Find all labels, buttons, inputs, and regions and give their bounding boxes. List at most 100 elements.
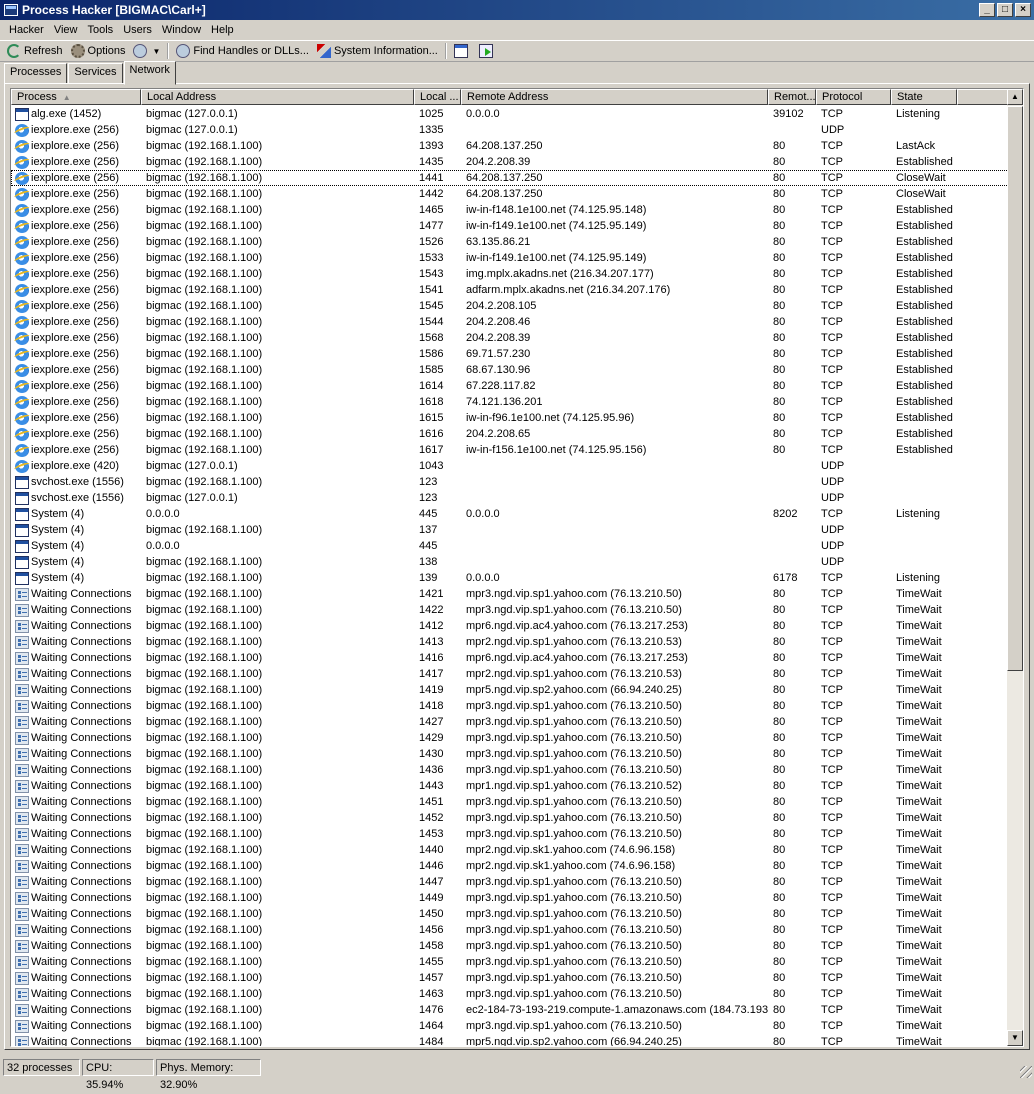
table-row[interactable]: iexplore.exe (256) bigmac (192.168.1.100)…: [11, 442, 1011, 458]
process-name: iexplore.exe (256): [31, 444, 120, 456]
cell-local-port: 1417: [419, 668, 444, 680]
table-row[interactable]: Waiting Connections bigmac (192.168.1.100…: [11, 746, 1011, 762]
table-row[interactable]: iexplore.exe (256) bigmac (192.168.1.100)…: [11, 314, 1011, 330]
column-header-remote-address[interactable]: Remote Address: [461, 89, 768, 105]
table-row[interactable]: iexplore.exe (256) bigmac (127.0.0.1) 1335…: [11, 122, 1011, 138]
menu-window[interactable]: Window: [157, 24, 206, 36]
table-row[interactable]: iexplore.exe (256) bigmac (192.168.1.100)…: [11, 170, 1011, 186]
column-header-local-port[interactable]: Local ...: [414, 89, 461, 105]
hidden-processes-dropdown[interactable]: ▼: [129, 41, 164, 61]
table-row[interactable]: Waiting Connections bigmac (192.168.1.100…: [11, 986, 1011, 1002]
table-row[interactable]: Waiting Connections bigmac (192.168.1.100…: [11, 810, 1011, 826]
table-row[interactable]: iexplore.exe (256) bigmac (192.168.1.100)…: [11, 330, 1011, 346]
column-header-protocol[interactable]: Protocol: [816, 89, 891, 105]
options-button[interactable]: Options: [67, 41, 130, 61]
table-row[interactable]: Waiting Connections bigmac (192.168.1.100…: [11, 842, 1011, 858]
find-handles-button[interactable]: Find Handles or DLLs...: [172, 41, 313, 61]
go-to-button[interactable]: [475, 41, 500, 61]
table-row[interactable]: Waiting Connections bigmac (192.168.1.100…: [11, 618, 1011, 634]
table-row[interactable]: iexplore.exe (256) bigmac (192.168.1.100)…: [11, 426, 1011, 442]
scroll-down-button[interactable]: ▼: [1007, 1030, 1023, 1046]
column-header-local-address[interactable]: Local Address: [141, 89, 414, 105]
system-information-button[interactable]: System Information...: [313, 41, 442, 61]
table-row[interactable]: Waiting Connections bigmac (192.168.1.100…: [11, 794, 1011, 810]
table-row[interactable]: Waiting Connections bigmac (192.168.1.100…: [11, 778, 1011, 794]
minimize-button[interactable]: _: [979, 3, 995, 17]
tab-network[interactable]: Network: [123, 61, 176, 85]
network-list[interactable]: Process ▲ Local Address Local ... Remote …: [10, 88, 1024, 1047]
table-row[interactable]: Waiting Connections bigmac (192.168.1.100…: [11, 890, 1011, 906]
table-row[interactable]: alg.exe (1452) bigmac (127.0.0.1) 1025 0.0.…: [11, 106, 1011, 122]
table-row[interactable]: Waiting Connections bigmac (192.168.1.100…: [11, 714, 1011, 730]
table-row[interactable]: iexplore.exe (256) bigmac (192.168.1.100)…: [11, 362, 1011, 378]
table-row[interactable]: Waiting Connections bigmac (192.168.1.100…: [11, 602, 1011, 618]
table-row[interactable]: Waiting Connections bigmac (192.168.1.100…: [11, 650, 1011, 666]
table-row[interactable]: System (4) 0.0.0.0 445 0.0.0.0 8202 TCP Listen…: [11, 506, 1011, 522]
table-row[interactable]: System (4) bigmac (192.168.1.100) 139 0.0.0…: [11, 570, 1011, 586]
column-header-state[interactable]: State: [891, 89, 957, 105]
menu-hacker[interactable]: Hacker: [4, 24, 49, 36]
column-header-process[interactable]: Process ▲: [11, 89, 141, 105]
table-row[interactable]: System (4) bigmac (192.168.1.100) 137 UDP: [11, 522, 1011, 538]
scroll-thumb[interactable]: [1007, 106, 1023, 671]
cell-state: TimeWait: [896, 620, 942, 632]
menu-view[interactable]: View: [49, 24, 83, 36]
table-row[interactable]: iexplore.exe (256) bigmac (192.168.1.100)…: [11, 218, 1011, 234]
table-row[interactable]: Waiting Connections bigmac (192.168.1.100…: [11, 586, 1011, 602]
table-row[interactable]: iexplore.exe (256) bigmac (192.168.1.100)…: [11, 282, 1011, 298]
vertical-scrollbar[interactable]: ▲ ▼: [1007, 89, 1023, 1046]
table-row[interactable]: Waiting Connections bigmac (192.168.1.100…: [11, 858, 1011, 874]
table-row[interactable]: iexplore.exe (256) bigmac (192.168.1.100)…: [11, 298, 1011, 314]
table-row[interactable]: Waiting Connections bigmac (192.168.1.100…: [11, 1002, 1011, 1018]
table-row[interactable]: iexplore.exe (256) bigmac (192.168.1.100)…: [11, 250, 1011, 266]
cell-process: Waiting Connections: [11, 1034, 141, 1046]
table-row[interactable]: Waiting Connections bigmac (192.168.1.100…: [11, 1034, 1011, 1046]
table-row[interactable]: iexplore.exe (256) bigmac (192.168.1.100)…: [11, 186, 1011, 202]
scroll-up-button[interactable]: ▲: [1007, 89, 1023, 105]
table-row[interactable]: Waiting Connections bigmac (192.168.1.100…: [11, 906, 1011, 922]
table-row[interactable]: Waiting Connections bigmac (192.168.1.100…: [11, 1018, 1011, 1034]
maximize-button[interactable]: □: [997, 3, 1013, 17]
table-row[interactable]: iexplore.exe (256) bigmac (192.168.1.100)…: [11, 266, 1011, 282]
resize-grip[interactable]: [1020, 1066, 1032, 1078]
table-row[interactable]: Waiting Connections bigmac (192.168.1.100…: [11, 682, 1011, 698]
table-row[interactable]: Waiting Connections bigmac (192.168.1.100…: [11, 666, 1011, 682]
table-row[interactable]: svchost.exe (1556) bigmac (127.0.0.1) 123 U…: [11, 490, 1011, 506]
table-row[interactable]: Waiting Connections bigmac (192.168.1.100…: [11, 874, 1011, 890]
table-row[interactable]: iexplore.exe (256) bigmac (192.168.1.100)…: [11, 154, 1011, 170]
table-row[interactable]: Waiting Connections bigmac (192.168.1.100…: [11, 730, 1011, 746]
table-row[interactable]: iexplore.exe (256) bigmac (192.168.1.100)…: [11, 202, 1011, 218]
tab-processes[interactable]: Processes: [4, 63, 68, 84]
table-row[interactable]: iexplore.exe (256) bigmac (192.168.1.100)…: [11, 346, 1011, 362]
table-row[interactable]: iexplore.exe (256) bigmac (192.168.1.100)…: [11, 378, 1011, 394]
cell-state: TimeWait: [896, 700, 942, 712]
cell-state: TimeWait: [896, 604, 942, 616]
table-row[interactable]: Waiting Connections bigmac (192.168.1.100…: [11, 938, 1011, 954]
table-row[interactable]: iexplore.exe (420) bigmac (127.0.0.1) 1043…: [11, 458, 1011, 474]
refresh-button[interactable]: Refresh: [3, 41, 67, 61]
table-row[interactable]: Waiting Connections bigmac (192.168.1.100…: [11, 954, 1011, 970]
close-button[interactable]: ×: [1015, 3, 1031, 17]
table-row[interactable]: System (4) 0.0.0.0 445 UDP: [11, 538, 1011, 554]
window-button[interactable]: [450, 41, 475, 61]
table-row[interactable]: Waiting Connections bigmac (192.168.1.100…: [11, 970, 1011, 986]
table-row[interactable]: Waiting Connections bigmac (192.168.1.100…: [11, 698, 1011, 714]
table-row[interactable]: Waiting Connections bigmac (192.168.1.100…: [11, 922, 1011, 938]
table-row[interactable]: svchost.exe (1556) bigmac (192.168.1.100)…: [11, 474, 1011, 490]
column-header-remote-port[interactable]: Remot...: [768, 89, 816, 105]
table-row[interactable]: Waiting Connections bigmac (192.168.1.100…: [11, 762, 1011, 778]
find-handles-label: Find Handles or DLLs...: [193, 45, 309, 57]
table-row[interactable]: Waiting Connections bigmac (192.168.1.100…: [11, 826, 1011, 842]
table-row[interactable]: System (4) bigmac (192.168.1.100) 138 UDP: [11, 554, 1011, 570]
table-row[interactable]: Waiting Connections bigmac (192.168.1.100…: [11, 634, 1011, 650]
cell-remote-address: mpr3.ngd.vip.sp1.yahoo.com (76.13.210.50…: [466, 1020, 682, 1032]
cell-process: iexplore.exe (256): [11, 410, 141, 426]
table-row[interactable]: iexplore.exe (256) bigmac (192.168.1.100)…: [11, 234, 1011, 250]
menu-users[interactable]: Users: [118, 24, 157, 36]
menu-help[interactable]: Help: [206, 24, 239, 36]
table-row[interactable]: iexplore.exe (256) bigmac (192.168.1.100)…: [11, 394, 1011, 410]
table-row[interactable]: iexplore.exe (256) bigmac (192.168.1.100)…: [11, 138, 1011, 154]
tab-services[interactable]: Services: [68, 63, 123, 84]
menu-tools[interactable]: Tools: [83, 24, 119, 36]
table-row[interactable]: iexplore.exe (256) bigmac (192.168.1.100)…: [11, 410, 1011, 426]
